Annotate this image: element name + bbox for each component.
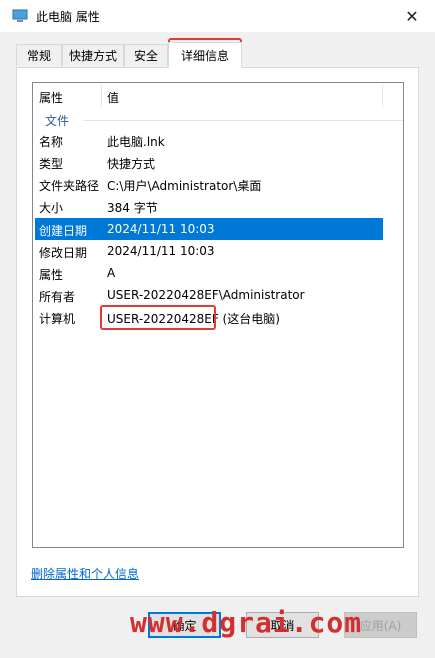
row-value: 2024/11/11 10:03 (107, 244, 215, 258)
header-value[interactable]: 值 (107, 89, 119, 106)
window-title: 此电脑 属性 (36, 9, 100, 24)
row-value: C:\用户\Administrator\桌面 (107, 179, 262, 193)
property-list[interactable]: 属性 值 文件 名称 此电脑.lnk 类型 快捷方式 文件夹路径 C:\用户\A… (32, 82, 404, 548)
tab-general[interactable]: 常规 (16, 44, 62, 66)
list-row[interactable]: 类型 快捷方式 (35, 151, 383, 173)
row-property: 类型 (39, 157, 64, 171)
row-value: 384 字节 (107, 201, 158, 215)
list-header: 属性 值 (33, 83, 403, 109)
title-bar: 此电脑 属性 ✕ (0, 0, 435, 32)
row-value: USER-20220428EF\Administrator (107, 288, 305, 302)
remove-properties-link[interactable]: 删除属性和个人信息 (31, 565, 139, 582)
row-property: 名称 (39, 135, 64, 149)
tab-shortcut[interactable]: 快捷方式 (62, 44, 124, 66)
row-value: 此电脑.lnk (107, 135, 165, 149)
column-divider[interactable] (101, 85, 102, 107)
group-divider (83, 120, 403, 121)
close-button[interactable]: ✕ (389, 0, 435, 32)
list-row[interactable]: 名称 此电脑.lnk (35, 129, 383, 151)
cancel-button[interactable]: 取消 (246, 612, 319, 638)
list-row[interactable]: 属性 A (35, 262, 383, 284)
group-label-file: 文件 (45, 114, 70, 128)
annotation-box-computer (100, 305, 216, 330)
tab-details[interactable]: 详细信息 (168, 42, 242, 68)
list-row-selected[interactable]: 创建日期 2024/11/11 10:03 (35, 218, 383, 240)
row-property: 计算机 (39, 312, 76, 326)
row-property: 修改日期 (39, 246, 88, 260)
column-divider[interactable] (382, 85, 383, 107)
close-icon: ✕ (405, 6, 419, 26)
computer-icon (12, 9, 28, 22)
row-property: 创建日期 (39, 224, 88, 238)
ok-button[interactable]: 确定 (148, 612, 221, 638)
apply-button[interactable]: 应用(A) (344, 612, 417, 638)
row-value: 快捷方式 (107, 157, 156, 171)
row-property: 属性 (39, 268, 64, 282)
row-property: 文件夹路径 (39, 179, 100, 193)
header-property[interactable]: 属性 (39, 89, 63, 106)
list-row[interactable]: 文件夹路径 C:\用户\Administrator\桌面 (35, 173, 383, 195)
row-property: 所有者 (39, 290, 76, 304)
list-row[interactable]: 修改日期 2024/11/11 10:03 (35, 240, 383, 262)
row-value: A (107, 266, 116, 280)
list-row[interactable]: 所有者 USER-20220428EF\Administrator (35, 284, 383, 306)
row-value: 2024/11/11 10:03 (107, 222, 215, 236)
row-property: 大小 (39, 201, 64, 215)
list-row[interactable]: 大小 384 字节 (35, 195, 383, 217)
details-panel: 属性 值 文件 名称 此电脑.lnk 类型 快捷方式 文件夹路径 C:\用户\A… (16, 67, 419, 597)
tab-security[interactable]: 安全 (124, 44, 168, 66)
